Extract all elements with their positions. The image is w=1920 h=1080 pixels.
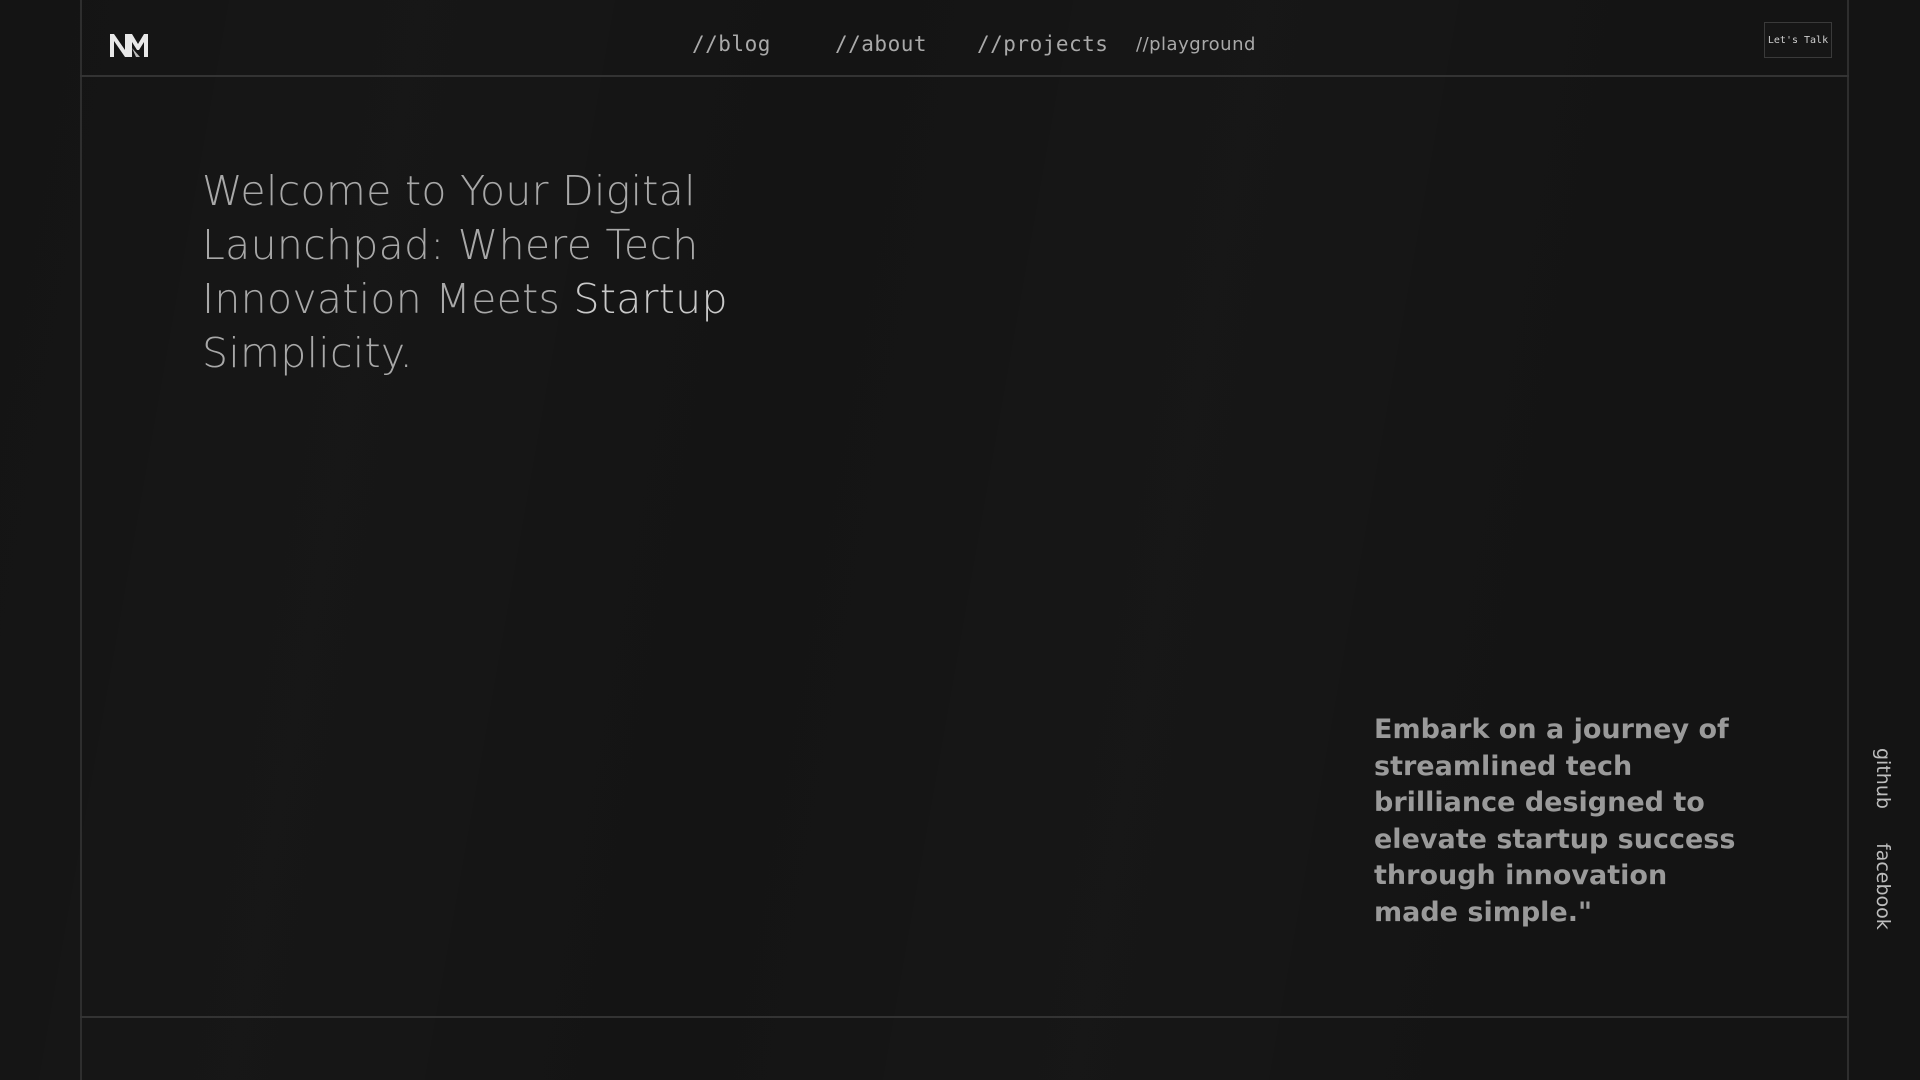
github-link[interactable]: github xyxy=(1872,748,1894,809)
lets-talk-button[interactable]: Let's Talk xyxy=(1764,22,1832,58)
hero-line-4: Simplicity. xyxy=(202,329,413,377)
facebook-link[interactable]: facebook xyxy=(1872,843,1894,930)
frame-right-border xyxy=(1847,0,1849,1080)
frame-left-border xyxy=(80,0,82,1080)
header-divider xyxy=(80,75,1849,77)
nav-link-projects[interactable]: //projects xyxy=(977,32,1108,56)
hero-headline: Welcome to Your Digital Launchpad: Where… xyxy=(202,164,762,380)
footer-divider xyxy=(80,1016,1849,1018)
page: //blog //about //projects //playground L… xyxy=(0,0,1920,1080)
hero-line-3a: Innovation Meets xyxy=(202,275,574,323)
nav-link-blog[interactable]: //blog xyxy=(692,32,771,56)
main-nav: //blog //about //projects //playground xyxy=(0,32,1920,62)
hero-tagline: Embark on a journey of streamlined tech … xyxy=(1374,714,1736,928)
hero-line-1: Welcome to Your Digital xyxy=(202,167,696,215)
nav-link-playground[interactable]: //playground xyxy=(1136,34,1256,55)
hero-line-3b: Startup xyxy=(573,275,728,323)
nav-link-about[interactable]: //about xyxy=(835,32,927,56)
hero-line-2: Launchpad: Where Tech xyxy=(202,221,699,269)
